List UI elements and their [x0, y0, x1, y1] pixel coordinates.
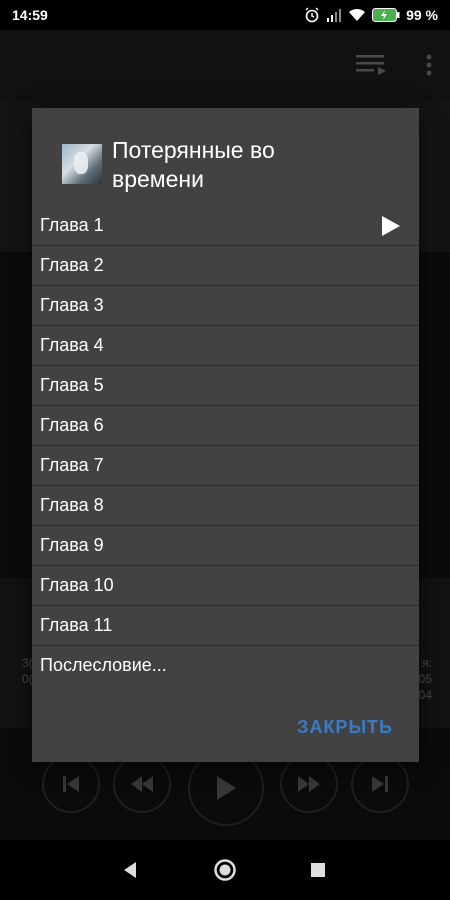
battery-icon	[372, 8, 400, 22]
chapter-label: Глава 10	[40, 575, 114, 595]
alarm-icon	[304, 7, 320, 23]
chapter-label: Глава 5	[40, 375, 104, 395]
chapter-dialog: Потерянные во времени Глава 1 Глава 2 Гл…	[32, 108, 419, 762]
nav-recents-button[interactable]	[288, 840, 348, 900]
chapter-item[interactable]: Глава 2	[32, 245, 419, 285]
nav-home-button[interactable]	[195, 840, 255, 900]
chapter-item[interactable]: Глава 11	[32, 605, 419, 645]
chapter-label: Глава 8	[40, 495, 104, 515]
chapter-item[interactable]: Глава 7	[32, 445, 419, 485]
nav-back-button[interactable]	[100, 840, 160, 900]
chapter-item[interactable]: Глава 10	[32, 565, 419, 605]
chapter-label: Глава 1	[40, 214, 104, 235]
navigation-bar	[0, 840, 450, 900]
battery-percent: 99 %	[406, 7, 438, 23]
chapter-item[interactable]: Глава 4	[32, 325, 419, 365]
chapter-item[interactable]: Глава 3	[32, 285, 419, 325]
now-playing-icon	[381, 215, 401, 242]
status-icons: 99 %	[304, 7, 438, 23]
wifi-icon	[348, 8, 366, 22]
status-bar: 14:59 99 %	[0, 0, 450, 30]
chapter-label: Глава 6	[40, 415, 104, 435]
chapter-label: Глава 3	[40, 295, 104, 315]
chapter-label: Послесловие...	[40, 655, 167, 675]
chapter-list: Глава 1 Глава 2 Глава 3 Глава 4 Глава 5 …	[32, 205, 419, 685]
book-cover	[62, 144, 102, 184]
chapter-item[interactable]: Глава 5	[32, 365, 419, 405]
dialog-title: Потерянные во времени	[112, 137, 275, 192]
chapter-item[interactable]: Глава 6	[32, 405, 419, 445]
close-button[interactable]: ЗАКРЫТЬ	[297, 717, 393, 738]
chapter-item[interactable]: Послесловие...	[32, 645, 419, 685]
recents-icon	[311, 863, 325, 877]
chapter-label: Глава 7	[40, 455, 104, 475]
chapter-item[interactable]: Глава 8	[32, 485, 419, 525]
chapter-label: Глава 11	[40, 615, 113, 635]
home-icon	[214, 859, 236, 881]
chapter-item[interactable]: Глава 9	[32, 525, 419, 565]
chapter-label: Глава 4	[40, 335, 104, 355]
chapter-label: Глава 2	[40, 255, 104, 275]
signal-icon	[326, 8, 342, 22]
dialog-header: Потерянные во времени	[32, 108, 419, 204]
chapter-label: Глава 9	[40, 535, 104, 555]
chapter-item[interactable]: Глава 1	[32, 205, 419, 245]
back-icon	[124, 862, 136, 878]
status-time: 14:59	[12, 7, 48, 23]
